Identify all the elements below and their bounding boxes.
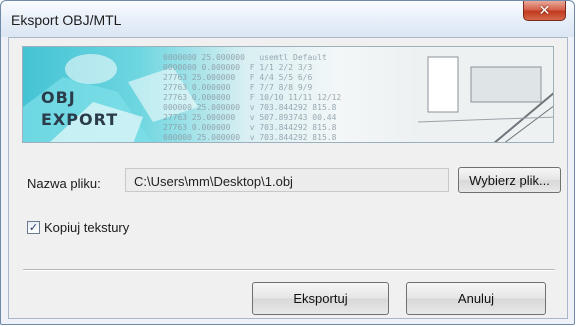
header-banner-image: 0000000 25.000000 usemtl Default 0000000… <box>22 46 554 143</box>
title-bar[interactable]: Eksport OBJ/MTL ✕ <box>1 1 574 37</box>
copy-textures-label: Kopiuj tekstury <box>44 220 130 235</box>
copy-textures-option[interactable]: ✓ Kopiuj tekstury <box>27 220 129 235</box>
banner-code-text: 0000000 25.000000 usemtl Default 0000000… <box>163 53 342 142</box>
window-title: Eksport OBJ/MTL <box>11 12 122 28</box>
logo-line-export: EXPORT <box>41 110 119 129</box>
close-icon: ✕ <box>538 2 551 19</box>
dialog-content: 0000000 25.000000 usemtl Default 0000000… <box>8 37 568 319</box>
banner-logo: OBJ EXPORT <box>41 87 118 131</box>
close-button[interactable]: ✕ <box>523 1 566 21</box>
logo-line-obj: OBJ <box>41 88 76 107</box>
file-name-label: Nazwa pliku: <box>27 176 101 191</box>
divider <box>23 269 555 271</box>
cancel-button[interactable]: Anuluj <box>406 282 546 315</box>
file-path-field[interactable]: C:\Users\mm\Desktop\1.obj <box>125 168 449 192</box>
copy-textures-checkbox[interactable]: ✓ <box>27 221 40 234</box>
export-button[interactable]: Eksportuj <box>252 282 389 315</box>
export-dialog-window: Eksport OBJ/MTL ✕ 0000000 25.000000 usem… <box>0 0 575 325</box>
browse-file-button[interactable]: Wybierz plik... <box>458 167 561 193</box>
checkmark-icon: ✓ <box>28 221 39 234</box>
